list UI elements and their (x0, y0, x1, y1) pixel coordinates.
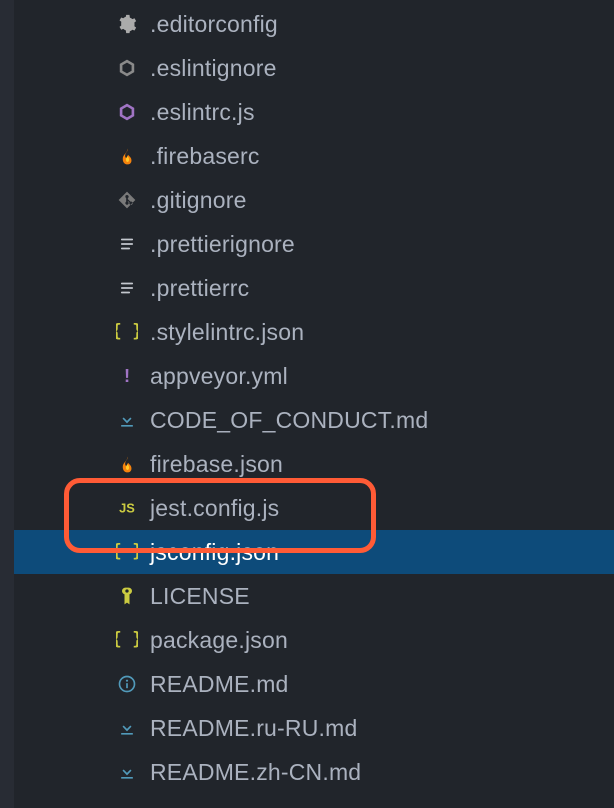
file-row[interactable]: .gitignore (14, 178, 614, 222)
file-row[interactable]: .editorconfig (14, 2, 614, 46)
file-row[interactable]: .prettierrc (14, 266, 614, 310)
key-icon (116, 585, 138, 607)
file-row[interactable]: README.zh-CN.md (14, 750, 614, 794)
fire-icon (116, 145, 138, 167)
file-label: .stylelintrc.json (150, 319, 304, 346)
activity-bar (0, 0, 14, 808)
file-row[interactable]: ! appveyor.yml (14, 354, 614, 398)
lines-icon (116, 233, 138, 255)
file-label: .editorconfig (150, 11, 278, 38)
file-row[interactable]: README.md (14, 662, 614, 706)
bang-icon: ! (116, 365, 138, 387)
git-icon (116, 189, 138, 211)
file-label: README.md (150, 671, 289, 698)
file-label: .firebaserc (150, 143, 260, 170)
svg-text:JS: JS (119, 501, 135, 516)
hex-icon (116, 101, 138, 123)
js-icon: JS (116, 497, 138, 519)
svg-text:{ }: { } (116, 542, 138, 562)
braces-icon: { } (116, 629, 138, 651)
file-row[interactable]: { } package.json (14, 618, 614, 662)
file-label: .eslintrc.js (150, 99, 255, 126)
file-row[interactable]: .eslintrc.js (14, 90, 614, 134)
file-row[interactable]: firebase.json (14, 442, 614, 486)
file-row[interactable]: JS jest.config.js (14, 486, 614, 530)
file-label: CODE_OF_CONDUCT.md (150, 407, 428, 434)
lines-icon (116, 277, 138, 299)
hex-icon (116, 57, 138, 79)
arrow-down-icon (116, 717, 138, 739)
fire-icon (116, 453, 138, 475)
file-label: .prettierignore (150, 231, 295, 258)
file-row[interactable]: CODE_OF_CONDUCT.md (14, 398, 614, 442)
file-label: README.zh-CN.md (150, 759, 361, 786)
file-label: .prettierrc (150, 275, 249, 302)
arrow-down-icon (116, 409, 138, 431)
file-row[interactable]: README.ru-RU.md (14, 706, 614, 750)
file-row[interactable]: .eslintignore (14, 46, 614, 90)
file-label: package.json (150, 627, 288, 654)
file-row[interactable]: LICENSE (14, 574, 614, 618)
file-label: README.ru-RU.md (150, 715, 357, 742)
gear-icon (116, 13, 138, 35)
file-label: .eslintignore (150, 55, 277, 82)
file-label: appveyor.yml (150, 363, 288, 390)
arrow-down-icon (116, 761, 138, 783)
svg-text:{ }: { } (116, 630, 138, 650)
file-label: jest.config.js (150, 495, 279, 522)
file-row[interactable]: .firebaserc (14, 134, 614, 178)
file-list: .editorconfig .eslintignore .eslintrc.js .f… (14, 2, 614, 794)
file-row[interactable]: { } .stylelintrc.json (14, 310, 614, 354)
braces-icon: { } (116, 321, 138, 343)
file-label: jsconfig.json (150, 539, 279, 566)
braces-icon: { } (116, 541, 138, 563)
file-row[interactable]: { } jsconfig.json (14, 530, 614, 574)
info-icon (116, 673, 138, 695)
svg-text:!: ! (124, 365, 130, 386)
file-label: LICENSE (150, 583, 250, 610)
file-label: .gitignore (150, 187, 247, 214)
file-explorer: .editorconfig .eslintignore .eslintrc.js .f… (14, 0, 614, 808)
svg-text:{ }: { } (116, 322, 138, 342)
file-row[interactable]: .prettierignore (14, 222, 614, 266)
file-label: firebase.json (150, 451, 283, 478)
